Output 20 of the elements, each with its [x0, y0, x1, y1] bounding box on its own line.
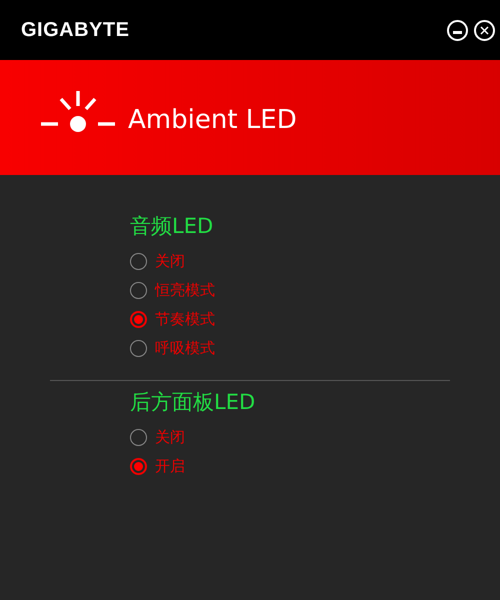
- section-title: 后方面板LED: [130, 389, 256, 416]
- radio-button[interactable]: [130, 310, 147, 328]
- logo: GIGABYTE: [21, 18, 130, 43]
- radio-option[interactable]: 开启: [130, 454, 450, 478]
- radio-button[interactable]: [130, 340, 147, 356]
- section-title: 音频LED: [130, 213, 214, 240]
- radio-button[interactable]: [130, 282, 147, 298]
- radio-button[interactable]: [130, 252, 147, 270]
- radio-button[interactable]: [130, 428, 147, 446]
- radio-option[interactable]: 关闭: [130, 425, 450, 449]
- close-button[interactable]: [474, 20, 495, 40]
- radio-option[interactable]: 恒亮模式: [130, 278, 450, 302]
- radio-option[interactable]: 关闭: [130, 249, 450, 273]
- minimize-button[interactable]: [447, 20, 468, 40]
- radio-option[interactable]: 呼吸模式: [130, 336, 450, 360]
- radio-button[interactable]: [130, 458, 147, 474]
- banner-title: Ambient LED: [128, 104, 297, 137]
- close-icon: [480, 26, 489, 34]
- minimize-icon: [453, 30, 462, 34]
- radio-option[interactable]: 节奏模式: [130, 307, 450, 331]
